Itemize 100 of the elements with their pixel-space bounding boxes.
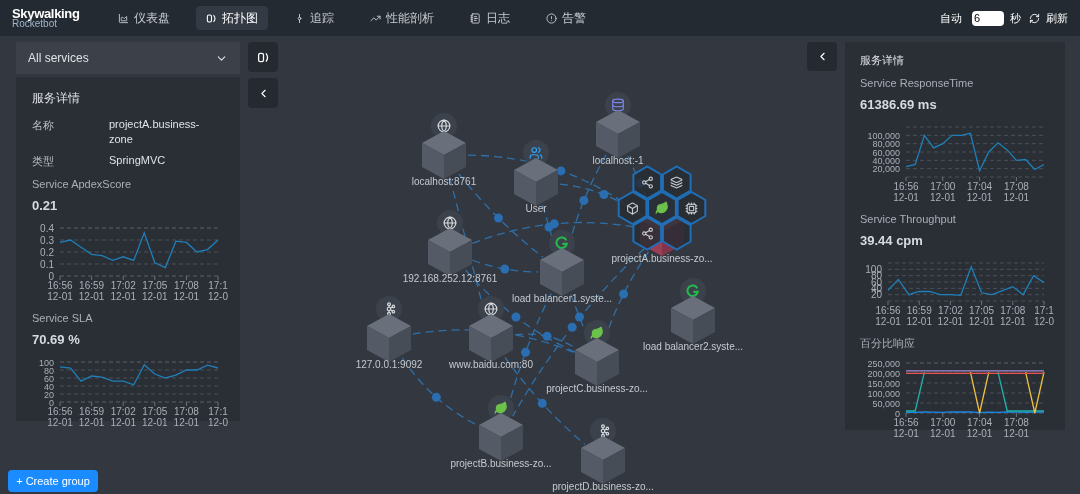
node-label[interactable]: localhost:-1 [592,153,644,168]
node-label[interactable]: projectB.business-zo... [450,456,552,471]
cube-icon[interactable] [514,158,558,206]
axis-label: 16:56 12-01 [47,279,73,302]
nav-tab[interactable]: 仪表盘 [108,6,180,30]
axis-label: 250,000 [867,358,900,369]
node-label[interactable]: User [525,201,547,216]
topology-toggle-button[interactable] [248,42,278,72]
cube-icon[interactable] [367,314,411,362]
axis-label: 17:02 12-01 [937,304,964,327]
collapse-button[interactable] [248,78,278,108]
nav-tab[interactable]: 告警 [536,6,596,30]
globe-icon [443,216,457,230]
unit-label: 秒 [1010,10,1021,26]
field-value: SpringMVC [109,153,167,168]
axis-label: 17:05 12-01 [968,304,995,327]
axis-label: 17:05 12-01 [142,279,168,302]
node-label[interactable]: 192.168.252.12:8761 [402,271,498,286]
globe-icon [437,119,451,133]
axis-label: 20,000 [872,163,900,174]
topology-icon [256,50,270,64]
menu-action-icon[interactable] [670,176,684,189]
notebook-icon [470,12,481,24]
menu-action-icon[interactable] [626,201,640,215]
nav-tab[interactable]: 追踪 [284,6,344,30]
axis-label: 40 [44,381,54,391]
axis-label: 16:56 12-01 [47,405,73,428]
cube-icon[interactable] [575,338,619,386]
axis-label: 16:56 12-01 [893,180,919,203]
interval-field[interactable]: 6 [972,10,1004,26]
users-icon [529,146,543,160]
logo[interactable]: Skywalking Rocketbot [12,7,92,29]
axis-label: 16:56 12-01 [893,417,919,439]
axis-label: 17:08 12-01 [173,279,200,302]
node-label[interactable]: localhost:8761 [411,174,477,189]
axis-label: 17:04 12-01 [966,180,993,203]
metric-value: 0.21 [32,197,59,215]
axis-label: 17:1 12-0 [208,279,228,302]
axis-label: 0.1 [40,258,54,269]
metric-title: Service ResponseTime [860,75,975,91]
axis-label: 0 [48,270,54,281]
metric-title: Service SLA [32,310,94,326]
field-label: 类型 [32,154,55,169]
menu-action-icon[interactable] [640,227,654,240]
axis-label: 0.2 [40,246,54,257]
axis-label: 17:1 12-0 [1034,304,1054,327]
axis-label: 16:59 12-01 [906,304,932,327]
axis-label: 100,000 [867,388,900,399]
node-label[interactable]: load balancer1.syste... [511,291,613,306]
node-label[interactable]: load balancer2.syste... [642,339,744,354]
metric-value: 70.69 % [32,331,81,349]
gateway-icon [686,284,700,298]
cube-icon[interactable] [540,248,584,296]
cube-icon[interactable] [596,110,640,158]
node-label[interactable]: projectD.business-zo... [552,479,654,494]
nav-tab[interactable]: 性能剖析 [360,6,444,30]
cube-icon[interactable] [479,413,523,461]
cube-icon[interactable] [428,228,472,276]
axis-label: 150,000 [867,378,900,389]
axis-label: 200,000 [867,368,900,379]
metric-title: Service Throughput [860,211,957,227]
axis-label: 17:00 12-01 [930,417,956,439]
axis-label: 50,000 [872,398,900,409]
leaf-icon [655,201,669,215]
gateway-icon [555,236,569,250]
menu-action-icon[interactable] [684,201,698,215]
cube-icon[interactable] [671,296,715,344]
axis-label: 16:59 12-01 [78,405,105,428]
node-label[interactable]: www.baidu.com:80 [449,357,533,372]
cube-icon[interactable] [469,314,513,362]
axis-label: 60,000 [872,147,900,157]
nav-tab[interactable]: 拓扑图 [196,6,268,30]
cube-icon[interactable] [581,436,625,484]
metric-value: 61386.69 ms [860,96,938,114]
metric-value: 39.44 cpm [860,232,924,250]
menu-action-icon[interactable] [640,176,654,189]
axis-label: 17:00 12-01 [930,180,956,203]
area-chart-icon [118,12,129,24]
leaf-icon [590,326,604,340]
axis-label: 100,000 [867,130,900,141]
cube-icon[interactable] [422,131,466,179]
metric-title: 百分比响应 [860,335,916,351]
axis-label: 20 [44,389,54,399]
axis-label: 0 [49,397,54,407]
node-label[interactable]: projectC.business-zo... [546,381,648,396]
axis-label: 17:02 12-01 [110,279,136,302]
auto-label: 自动 [940,10,962,26]
axis-label: 17:05 12-01 [142,405,168,428]
node-label[interactable]: 127.0.0.1:9092 [355,357,423,372]
axis-label: 40,000 [872,155,900,166]
collapse-button[interactable] [807,42,837,71]
nav-tab[interactable]: 日志 [460,6,520,30]
axis-label: 0.4 [40,222,54,233]
refresh-button[interactable]: 刷新 [1046,9,1068,27]
refresh-icon[interactable] [1029,12,1040,24]
axis-label: 17:02 12-01 [110,405,136,428]
field-label: 名称 [32,118,55,133]
service-select[interactable]: All services [16,42,240,74]
leaf-icon [494,401,508,415]
field-value: projectA.business-zone [109,117,201,147]
